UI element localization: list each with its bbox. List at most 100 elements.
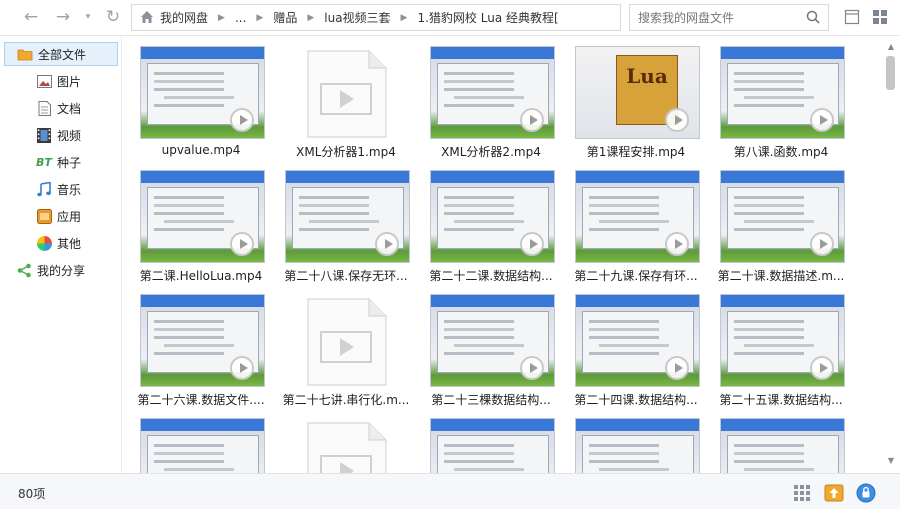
file-name[interactable]: 第二十课.数据描述.m... <box>714 267 848 284</box>
grid-apps-icon[interactable] <box>792 483 812 503</box>
play-icon[interactable] <box>810 356 834 380</box>
sidebar-item-apps[interactable]: 应用 <box>4 204 118 228</box>
forward-arrow-icon[interactable]: → <box>52 6 74 28</box>
file-name[interactable]: 第二十五课.数据结构... <box>714 391 848 408</box>
video-thumbnail[interactable] <box>430 418 555 473</box>
video-thumbnail[interactable] <box>140 294 265 387</box>
file-tile[interactable]: 第二十四课.数据结构... <box>557 284 702 407</box>
file-tile[interactable] <box>702 408 847 473</box>
play-icon[interactable] <box>665 356 689 380</box>
play-icon[interactable] <box>520 108 544 132</box>
list-view-icon[interactable] <box>844 9 860 25</box>
video-thumbnail[interactable] <box>575 294 700 387</box>
file-tile[interactable]: 第二十三棵数据结构... <box>412 284 557 407</box>
play-icon[interactable] <box>520 232 544 256</box>
scroll-thumb[interactable] <box>886 56 895 90</box>
video-thumbnail[interactable] <box>140 46 265 139</box>
video-thumbnail[interactable]: Lua <box>575 46 700 139</box>
file-name[interactable]: 第二十三棵数据结构... <box>424 391 558 408</box>
address-bar[interactable]: 我的网盘 ▶ ... ▶ 赠品 ▶ lua视频三套 ▶ 1.猎豹网校 Lua 经… <box>131 4 621 31</box>
video-thumbnail[interactable] <box>285 170 410 263</box>
vertical-scrollbar[interactable]: ▲ ▼ <box>882 36 900 473</box>
chevron-right-icon[interactable]: ▶ <box>256 13 263 23</box>
video-thumbnail[interactable] <box>575 418 700 473</box>
file-name[interactable]: 第1课程安排.mp4 <box>569 143 703 160</box>
video-file-icon[interactable] <box>285 294 410 387</box>
video-thumbnail[interactable] <box>140 418 265 473</box>
history-dropdown-icon[interactable]: ▾ <box>77 6 99 28</box>
play-icon[interactable] <box>810 108 834 132</box>
video-file-icon[interactable] <box>285 46 410 139</box>
video-file-icon[interactable] <box>285 418 410 473</box>
file-tile[interactable]: 第二十七讲.串行化.m... <box>267 284 412 407</box>
sidebar-item-all-files[interactable]: 全部文件 <box>4 42 118 66</box>
file-tile[interactable]: XML分析器1.mp4 <box>267 36 412 159</box>
video-thumbnail[interactable] <box>430 170 555 263</box>
file-tile[interactable]: 第二十六课.数据文件.... <box>122 284 267 407</box>
video-thumbnail[interactable] <box>430 294 555 387</box>
play-icon[interactable] <box>665 108 689 132</box>
file-name[interactable]: 第二十六课.数据文件.... <box>134 391 268 408</box>
file-name[interactable]: 第二十七讲.串行化.m... <box>279 391 413 408</box>
file-name[interactable]: 第八课.函数.mp4 <box>714 143 848 160</box>
scroll-down-icon[interactable]: ▼ <box>886 456 896 466</box>
sidebar-item-videos[interactable]: 视频 <box>4 123 118 147</box>
file-tile[interactable]: 第二十二课.数据结构... <box>412 160 557 283</box>
file-name[interactable]: 第二十四课.数据结构... <box>569 391 703 408</box>
file-name[interactable]: 第二十八课.保存无环... <box>279 267 413 284</box>
sidebar-item-music[interactable]: 音乐 <box>4 177 118 201</box>
chevron-right-icon[interactable]: ▶ <box>218 13 225 23</box>
play-icon[interactable] <box>375 232 399 256</box>
file-tile[interactable]: 第二课.HelloLua.mp4 <box>122 160 267 283</box>
video-thumbnail[interactable] <box>720 170 845 263</box>
play-icon[interactable] <box>665 232 689 256</box>
play-icon[interactable] <box>230 108 254 132</box>
file-name[interactable]: XML分析器2.mp4 <box>424 143 558 160</box>
file-tile[interactable]: upvalue.mp4 <box>122 36 268 157</box>
file-tile[interactable]: 第八课.函数.mp4 <box>702 36 847 159</box>
upload-icon[interactable] <box>824 483 844 503</box>
video-thumbnail[interactable] <box>430 46 555 139</box>
scroll-up-icon[interactable]: ▲ <box>886 42 896 52</box>
file-tile[interactable] <box>122 408 267 473</box>
file-name[interactable]: 第二十九课.保存有环... <box>569 267 703 284</box>
sidebar-item-my-share[interactable]: 我的分享 <box>4 258 118 282</box>
file-tile[interactable] <box>412 408 557 473</box>
file-tile[interactable] <box>267 408 412 473</box>
play-icon[interactable] <box>230 232 254 256</box>
play-icon[interactable] <box>520 356 544 380</box>
video-thumbnail[interactable] <box>140 170 265 263</box>
file-name[interactable]: XML分析器1.mp4 <box>279 143 413 160</box>
video-thumbnail[interactable] <box>720 46 845 139</box>
breadcrumb-item[interactable]: 赠品 <box>273 9 297 26</box>
video-thumbnail[interactable] <box>720 418 845 473</box>
sidebar-item-other[interactable]: 其他 <box>4 231 118 255</box>
file-name[interactable]: 第二十二课.数据结构... <box>424 267 558 284</box>
file-tile[interactable]: Lua 第1课程安排.mp4 <box>557 36 702 159</box>
play-icon[interactable] <box>230 356 254 380</box>
file-tile[interactable] <box>557 408 702 473</box>
breadcrumb-item[interactable]: ... <box>235 11 246 25</box>
chevron-right-icon[interactable]: ▶ <box>307 13 314 23</box>
grid-view-icon[interactable] <box>872 9 888 25</box>
breadcrumb-item[interactable]: lua视频三套 <box>324 9 390 26</box>
home-icon[interactable] <box>138 9 156 27</box>
search-input[interactable] <box>630 5 790 30</box>
refresh-icon[interactable]: ↻ <box>102 6 124 28</box>
file-tile[interactable]: 第二十课.数据描述.m... <box>702 160 847 283</box>
file-tile[interactable]: XML分析器2.mp4 <box>412 36 557 159</box>
sidebar-item-documents[interactable]: 文档 <box>4 96 118 120</box>
video-thumbnail[interactable] <box>720 294 845 387</box>
breadcrumb-item[interactable]: 1.猎豹网校 Lua 经典教程[ <box>417 9 558 26</box>
safe-box-icon[interactable] <box>856 483 876 503</box>
search-icon[interactable] <box>806 10 820 24</box>
file-tile[interactable]: 第二十九课.保存有环... <box>557 160 702 283</box>
play-icon[interactable] <box>810 232 834 256</box>
file-tile[interactable]: 第二十八课.保存无环... <box>267 160 412 283</box>
back-arrow-icon[interactable]: ← <box>20 6 42 28</box>
chevron-right-icon[interactable]: ▶ <box>401 13 408 23</box>
sidebar-item-pictures[interactable]: 图片 <box>4 69 118 93</box>
sidebar-item-torrents[interactable]: BT 种子 <box>4 150 118 174</box>
breadcrumb-item[interactable]: 我的网盘 <box>160 9 208 26</box>
file-name[interactable]: upvalue.mp4 <box>134 143 268 157</box>
